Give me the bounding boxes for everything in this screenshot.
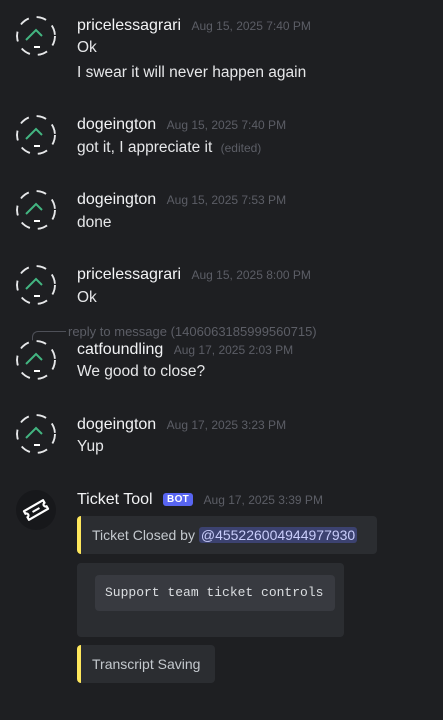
ticket-icon (22, 499, 50, 521)
user-avatar[interactable] (16, 340, 56, 380)
timestamp[interactable]: Aug 15, 2025 8:00 PM (192, 268, 311, 282)
ticket-controls-button[interactable]: Support team ticket controls (95, 575, 335, 611)
author-name[interactable]: catfoundling (77, 341, 163, 358)
user-mention[interactable]: @455226004944977930 (198, 527, 358, 543)
timestamp[interactable]: Aug 17, 2025 3:23 PM (167, 418, 286, 432)
message-text: We good to close? (77, 363, 206, 380)
embed-text: Ticket Closed by (92, 527, 195, 543)
embed-text: Transcript Saving (92, 656, 201, 672)
message-text: got it, I appreciate it (77, 139, 213, 156)
ticket-closed-embed: Ticket Closed by @455226004944977930 (77, 516, 377, 554)
transcript-embed: Transcript Saving (77, 645, 215, 683)
reply-reference[interactable]: reply to message (1406063185999560715) (68, 324, 317, 339)
timestamp[interactable]: Aug 15, 2025 7:40 PM (167, 118, 286, 132)
author-name[interactable]: pricelessagrari (77, 266, 181, 283)
author-name[interactable]: dogeington (77, 416, 156, 433)
timestamp[interactable]: Aug 17, 2025 2:03 PM (174, 343, 293, 357)
timestamp[interactable]: Aug 15, 2025 7:53 PM (167, 193, 286, 207)
message-text: I swear it will never happen again (77, 64, 307, 81)
message-text: Ok (77, 39, 97, 56)
ticket-controls-embed: Support team ticket controls (77, 563, 344, 637)
timestamp[interactable]: Aug 17, 2025 3:39 PM (204, 493, 323, 507)
message-text: Yup (77, 438, 104, 455)
author-name[interactable]: pricelessagrari (77, 17, 181, 34)
message-text: Ok (77, 289, 97, 306)
author-name[interactable]: dogeington (77, 191, 156, 208)
bot-avatar[interactable] (16, 490, 56, 530)
bot-author-name[interactable]: Ticket Tool (77, 491, 153, 508)
user-avatar[interactable] (16, 115, 56, 155)
author-name[interactable]: dogeington (77, 116, 156, 133)
bot-badge: BOT (163, 493, 194, 506)
user-avatar[interactable] (16, 414, 56, 454)
edited-label: (edited) (220, 141, 262, 155)
user-avatar[interactable] (16, 16, 56, 56)
timestamp[interactable]: Aug 15, 2025 7:40 PM (192, 19, 311, 33)
user-avatar[interactable] (16, 265, 56, 305)
message-text: done (77, 214, 112, 231)
user-avatar[interactable] (16, 190, 56, 230)
